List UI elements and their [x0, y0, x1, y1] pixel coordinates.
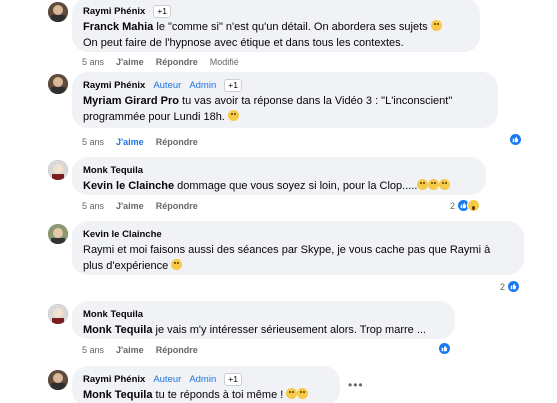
- comment-bubble: Raymi Phénix Auteur Admin +1 Monk Tequil…: [72, 366, 340, 403]
- like-reaction-icon: [509, 133, 522, 146]
- comment-bubble: Raymi Phénix Auteur Admin +1 Myriam Gira…: [72, 72, 498, 128]
- comment-bubble: Raymi Phénix +1 Franck Mahia le "comme s…: [72, 0, 480, 52]
- smirk-emoji-icon: [428, 179, 440, 190]
- avatar[interactable]: [48, 224, 68, 244]
- badge-count: +1: [153, 4, 172, 18]
- reaction-summary[interactable]: [509, 133, 522, 146]
- reaction-count: 2: [450, 200, 456, 211]
- smirk-emoji-icon: [430, 20, 442, 31]
- reply-button[interactable]: Répondre: [156, 57, 198, 67]
- reaction-count: 2: [500, 281, 506, 292]
- like-button[interactable]: J'aime: [116, 137, 144, 147]
- mention-link[interactable]: Monk Tequila: [83, 389, 152, 401]
- timestamp[interactable]: 5 ans: [82, 57, 104, 67]
- comment-text: Myriam Girard Pro tu vas avoir ta répons…: [83, 95, 453, 123]
- reaction-summary[interactable]: 2: [500, 280, 521, 293]
- thinking-emoji-icon: [286, 388, 298, 399]
- author-name[interactable]: Monk Tequila: [83, 309, 143, 320]
- mention-link[interactable]: Franck Mahia: [83, 21, 153, 33]
- comment-bubble: Kevin le Clainche Raymi et moi faisons a…: [72, 221, 524, 275]
- role-author: Auteur: [153, 79, 182, 91]
- author-name[interactable]: Raymi Phénix: [83, 80, 145, 91]
- role-admin: Admin: [189, 79, 217, 91]
- more-options-icon[interactable]: •••: [348, 378, 364, 392]
- like-reaction-icon: [507, 280, 521, 293]
- comment-text: Monk Tequila je vais m'y intéresser séri…: [83, 324, 426, 336]
- comment-meta: Monk Tequila: [83, 162, 475, 178]
- like-button[interactable]: J'aime: [116, 201, 144, 211]
- rolling-eyes-emoji-icon: [417, 179, 429, 190]
- grin-emoji-icon: [171, 259, 183, 270]
- comment-meta: Kevin le Clainche: [83, 226, 513, 242]
- smirk-emoji-icon: [439, 179, 451, 190]
- edited-label: Modifié: [209, 57, 239, 67]
- author-name[interactable]: Raymi Phénix: [83, 6, 145, 17]
- badge-count: +1: [224, 78, 242, 92]
- badge-count: +1: [224, 372, 242, 386]
- comment-bubble: Monk Tequila Monk Tequila je vais m'y in…: [72, 301, 455, 339]
- comment-meta: Raymi Phénix Auteur Admin +1: [83, 371, 329, 387]
- timestamp[interactable]: 5 ans: [82, 345, 104, 355]
- comment-text: Franck Mahia le "comme si" n'est qu'un d…: [83, 19, 469, 51]
- reply-button[interactable]: Répondre: [156, 137, 198, 147]
- comment-actions: 5 ans J'aime Répondre: [82, 199, 210, 213]
- comment-text: Kevin le Clainche dommage que vous soyez…: [83, 178, 475, 194]
- like-reaction-icon: [438, 342, 451, 355]
- timestamp[interactable]: 5 ans: [82, 201, 104, 211]
- reaction-summary[interactable]: 2: [450, 199, 481, 212]
- comment-meta: Monk Tequila: [83, 306, 444, 322]
- comment-actions: 5 ans J'aime Répondre Modifié: [82, 55, 239, 69]
- avatar[interactable]: [48, 160, 68, 180]
- avatar[interactable]: [48, 2, 68, 22]
- smirk-emoji-icon: [227, 110, 239, 121]
- timestamp[interactable]: 5 ans: [82, 137, 104, 147]
- avatar[interactable]: [48, 74, 68, 94]
- author-name[interactable]: Kevin le Clainche: [83, 229, 162, 240]
- role-author: Auteur: [153, 373, 182, 385]
- avatar[interactable]: [48, 304, 68, 324]
- wow-reaction-icon: [467, 199, 481, 212]
- comment-bubble: Monk Tequila Kevin le Clainche dommage q…: [72, 157, 486, 195]
- reply-button[interactable]: Répondre: [156, 201, 198, 211]
- avatar[interactable]: [48, 370, 68, 390]
- mention-link[interactable]: Kevin le Clainche: [83, 180, 174, 192]
- comment-actions: 5 ans J'aime Répondre: [82, 343, 210, 357]
- like-button[interactable]: J'aime: [116, 57, 144, 67]
- reply-button[interactable]: Répondre: [156, 345, 198, 355]
- mention-link[interactable]: Monk Tequila: [83, 324, 152, 336]
- mention-link[interactable]: Myriam Girard Pro: [83, 95, 179, 107]
- like-button[interactable]: J'aime: [116, 345, 144, 355]
- author-name[interactable]: Monk Tequila: [83, 165, 143, 176]
- comment-actions: 5 ans J'aime Répondre: [82, 135, 210, 149]
- comment-text: Monk Tequila tu te réponds à toi même !: [83, 387, 329, 403]
- comment-text: Raymi et moi faisons aussi des séances p…: [83, 244, 491, 272]
- role-admin: Admin: [189, 373, 217, 385]
- author-name[interactable]: Raymi Phénix: [83, 374, 145, 385]
- reaction-summary[interactable]: [438, 342, 451, 355]
- comment-meta: Raymi Phénix Auteur Admin +1: [83, 77, 487, 93]
- laughing-emoji-icon: [297, 388, 309, 399]
- comment-meta: Raymi Phénix +1: [83, 3, 469, 19]
